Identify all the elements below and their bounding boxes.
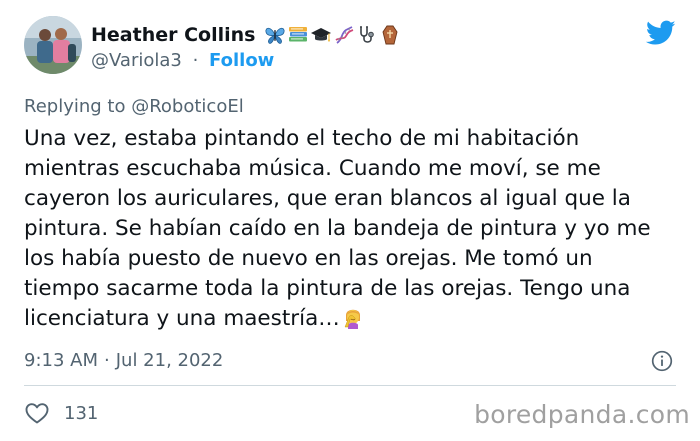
woman-facepalming-icon [342, 305, 364, 329]
tweet-time: 9:13 AM [24, 350, 98, 371]
avatar[interactable] [24, 16, 82, 74]
coffin-icon [382, 25, 398, 45]
dna-icon [335, 26, 354, 44]
tweet-line: cayeron los auriculares, que eran blanco… [24, 186, 631, 211]
books-icon [289, 27, 308, 42]
tweet-date: Jul 21, 2022 [115, 350, 224, 371]
tweet-line: pintura. Se habían caído en la bandeja d… [24, 216, 651, 241]
author-name-row: Heather Collins [91, 22, 402, 48]
like-button[interactable]: 131 [24, 401, 98, 425]
stethoscope-icon [360, 26, 375, 43]
separator-dot: · [192, 50, 199, 71]
handle[interactable]: @Variola3 [91, 50, 182, 71]
heart-icon[interactable] [24, 401, 50, 425]
follow-button[interactable]: Follow [209, 50, 274, 71]
replying-prefix: Replying to [24, 96, 126, 117]
separator-dot: · [104, 350, 110, 371]
info-icon[interactable] [651, 350, 673, 372]
tweet-line: los había puesto de nuevo en las orejas.… [24, 246, 593, 271]
divider [24, 385, 676, 386]
replying-to: Replying to @RoboticoEl [24, 96, 244, 118]
tweet-timestamp[interactable]: 9:13 AM · Jul 21, 2022 [24, 350, 223, 372]
tweet-line: mientras escuchaba música. Cuando me mov… [24, 156, 601, 181]
name-emoji-group [264, 24, 402, 46]
butterfly-icon [266, 27, 285, 44]
graduation-cap-icon [311, 28, 332, 42]
tweet-line: Una vez, estaba pintando el techo de mi … [24, 126, 580, 151]
reply-mention-link[interactable]: @RoboticoEl [131, 96, 244, 117]
handle-row: @Variola3 · Follow [91, 50, 274, 72]
like-count: 131 [64, 402, 99, 424]
tweet-line: tiempo sacarme toda la pintura de las or… [24, 276, 631, 301]
display-name[interactable]: Heather Collins [91, 23, 255, 47]
tweet-text: Una vez, estaba pintando el techo de mi … [24, 124, 674, 334]
watermark: boredpanda.com [474, 400, 690, 429]
tweet-line: licenciatura y una maestría… [24, 306, 340, 331]
twitter-bird-icon[interactable] [646, 20, 676, 46]
tweet-last-line: licenciatura y una maestría… [24, 304, 674, 334]
